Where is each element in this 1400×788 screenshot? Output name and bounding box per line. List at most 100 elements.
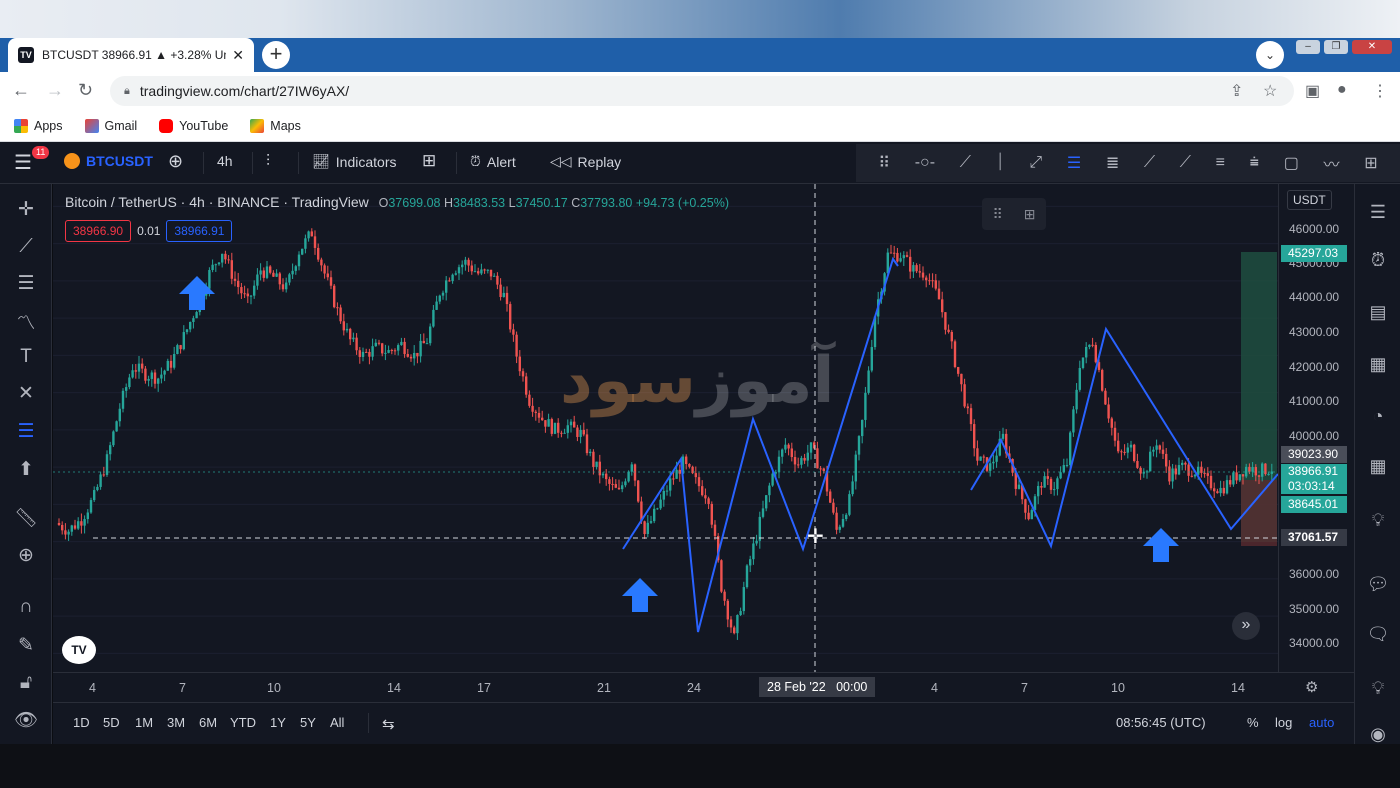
drag-handle-icon[interactable]: ⠿ xyxy=(878,153,890,173)
browser-menu-icon[interactable]: ⋮ xyxy=(1372,81,1388,101)
drag-handle-icon[interactable]: ⠿ xyxy=(993,206,1003,223)
legend-title: Bitcoin / TetherUS · 4h · BINANCE · Trad… xyxy=(65,194,369,210)
symbol-legend[interactable]: Bitcoin / TetherUS · 4h · BINANCE · Trad… xyxy=(65,194,729,210)
range-1d-button[interactable]: 1D xyxy=(73,715,90,730)
magnet-icon[interactable]: ∩ xyxy=(0,596,52,618)
path-icon[interactable]: 〰 xyxy=(1324,151,1340,175)
ray-icon[interactable]: ⟋ xyxy=(1144,154,1155,172)
menu-hamburger-icon[interactable]: ☰ xyxy=(14,150,32,175)
divider xyxy=(456,152,457,174)
reload-icon[interactable]: ↻ xyxy=(78,80,93,101)
chart-pane[interactable]: ✛ آموزسود Bitcoin / TetherUS · 4h · BINA… xyxy=(53,184,1278,672)
bookmark-star-icon[interactable]: ☆ xyxy=(1263,81,1277,101)
messages-icon[interactable]: 🗨︎ xyxy=(1355,624,1400,645)
range-ytd-button[interactable]: YTD xyxy=(230,715,256,730)
object-tree-icon[interactable]: ⊞ xyxy=(1024,206,1036,223)
time-scale[interactable]: 4 7 10 14 17 21 24 4 7 10 14 28 Feb '22 … xyxy=(53,672,1354,702)
zoom-in-icon[interactable]: ⊕ xyxy=(0,544,52,567)
trend-line-icon[interactable]: ⟋ xyxy=(0,236,52,258)
lock-drawing-icon[interactable]: ✎ xyxy=(0,634,52,657)
alerts-clock-icon[interactable]: ⏰︎ xyxy=(1355,250,1400,271)
browser-tab[interactable]: TV BTCUSDT 38966.91 ▲ +3.28% Un ✕ xyxy=(8,38,254,72)
extended-line-icon[interactable]: ⤢ xyxy=(1029,154,1042,172)
chats-icon[interactable]: 💬︎ xyxy=(1355,574,1400,595)
utc-clock[interactable]: 08:56:45 (UTC) xyxy=(1116,715,1206,730)
candle-body xyxy=(1206,473,1209,476)
range-all-button[interactable]: All xyxy=(330,715,344,730)
restore-button[interactable]: ❐ xyxy=(1324,40,1348,54)
channel-tool-icon[interactable]: ☰ xyxy=(0,420,52,443)
currency-selector[interactable]: USDT xyxy=(1287,190,1332,210)
scroll-to-realtime-button[interactable]: » xyxy=(1232,612,1260,640)
candle-body xyxy=(685,456,688,464)
range-5d-button[interactable]: 5D xyxy=(103,715,120,730)
share-icon[interactable]: ⇪ xyxy=(1230,81,1243,101)
symbol-search-button[interactable]: BTCUSDT xyxy=(64,153,153,169)
bookmark-maps[interactable]: Maps xyxy=(250,118,301,133)
indicators-button[interactable]: 📈︎ Indicators xyxy=(312,153,396,170)
candle-style-icon[interactable]: ⫶ xyxy=(266,153,270,171)
horizontal-ray-icon[interactable]: -○- xyxy=(915,154,935,172)
info-line-icon[interactable]: ⟋ xyxy=(1180,154,1191,172)
range-6m-button[interactable]: 6M xyxy=(199,715,217,730)
price-scale[interactable]: USDT 46000.00 45000.00 44000.00 43000.00… xyxy=(1278,184,1354,672)
bookmark-youtube[interactable]: YouTube xyxy=(159,118,228,133)
xabcd-pattern-icon[interactable]: ✕ xyxy=(0,382,52,405)
vertical-line-icon[interactable]: ⏐ xyxy=(996,154,1005,172)
tradingview-logo-icon[interactable]: TV xyxy=(62,636,96,664)
percent-scale-toggle[interactable]: % xyxy=(1247,715,1259,730)
url-field[interactable]: 🔒︎ tradingview.com/chart/27IW6yAX/ xyxy=(110,76,1294,106)
patterns-icon[interactable]: 〽 xyxy=(0,308,52,335)
minimize-button[interactable]: – xyxy=(1296,40,1320,54)
fib-icon[interactable]: ☰ xyxy=(0,272,52,295)
rectangle-icon[interactable]: ▢ xyxy=(1284,153,1299,173)
calendar-icon[interactable]: ▦ xyxy=(1355,456,1400,477)
candle-body xyxy=(176,345,179,355)
sell-button[interactable]: 38966.90 xyxy=(65,220,132,242)
close-tab-icon[interactable]: ✕ xyxy=(232,47,244,64)
date-range-icon[interactable]: ⇆ xyxy=(382,715,395,733)
text-tool-icon[interactable]: T xyxy=(0,346,52,368)
profile-avatar-icon[interactable]: ● xyxy=(1337,81,1347,99)
arrow-up-icon[interactable]: ⬆ xyxy=(0,458,52,481)
hotlist-icon[interactable]: ▦ xyxy=(1355,354,1400,375)
side-panel-icon[interactable]: ▣ xyxy=(1305,81,1320,101)
candle-body xyxy=(73,525,77,529)
forward-arrow-icon[interactable]: → xyxy=(46,80,64,101)
new-tab-button[interactable]: + xyxy=(262,41,290,69)
trend-line-icon[interactable]: ⟋ xyxy=(960,154,971,172)
news-icon[interactable]: ▤ xyxy=(1355,302,1400,323)
crosshair-box-icon[interactable]: ⊞ xyxy=(1364,153,1377,173)
crosshair-icon[interactable]: ✛ xyxy=(0,198,52,221)
watchlist-icon[interactable]: ☰ xyxy=(1355,202,1400,223)
compare-add-icon[interactable]: ⊕ xyxy=(168,151,183,172)
parallel-channel-icon[interactable]: ☰ xyxy=(1067,153,1081,173)
interval-button[interactable]: 4h xyxy=(217,153,233,169)
streams-icon[interactable]: 💡︎ xyxy=(1355,678,1400,699)
range-1m-button[interactable]: 1M xyxy=(135,715,153,730)
buy-button[interactable]: 38966.91 xyxy=(166,220,233,242)
bookmark-gmail[interactable]: Gmail xyxy=(84,118,137,133)
auto-scale-toggle[interactable]: auto xyxy=(1309,715,1334,730)
tab-search-chevron-icon[interactable]: ⌄ xyxy=(1256,41,1284,69)
broadcast-icon[interactable]: ◉ xyxy=(1355,724,1400,745)
range-3m-button[interactable]: 3M xyxy=(167,715,185,730)
fib-retracement-icon[interactable]: ≡ xyxy=(1216,154,1225,172)
settings-gear-icon[interactable]: ⚙︎ xyxy=(1305,678,1318,696)
replay-button[interactable]: ◁◁ Replay xyxy=(550,153,621,170)
back-arrow-icon[interactable]: ← xyxy=(12,80,30,101)
range-1y-button[interactable]: 1Y xyxy=(270,715,286,730)
alert-button[interactable]: ⏰︎ Alert xyxy=(470,153,516,170)
close-window-button[interactable]: ✕ xyxy=(1352,40,1392,54)
range-5y-button[interactable]: 5Y xyxy=(300,715,316,730)
bookmark-apps[interactable]: Apps xyxy=(14,118,63,133)
regression-channel-icon[interactable]: ≣ xyxy=(1106,153,1119,173)
log-scale-toggle[interactable]: log xyxy=(1275,715,1292,730)
eye-icon[interactable]: 👁︎ xyxy=(0,708,52,732)
layouts-grid-icon[interactable]: ⊞ xyxy=(422,151,436,171)
lock-icon[interactable]: 🔓︎ xyxy=(0,672,52,694)
ruler-icon[interactable]: 📏︎ xyxy=(0,506,52,530)
calendar-pie-icon[interactable]: ◔ xyxy=(1355,406,1400,427)
ideas-lightbulb-icon[interactable]: 💡︎ xyxy=(1355,510,1400,531)
fib-fan-icon[interactable]: ⩧ xyxy=(1250,154,1259,172)
